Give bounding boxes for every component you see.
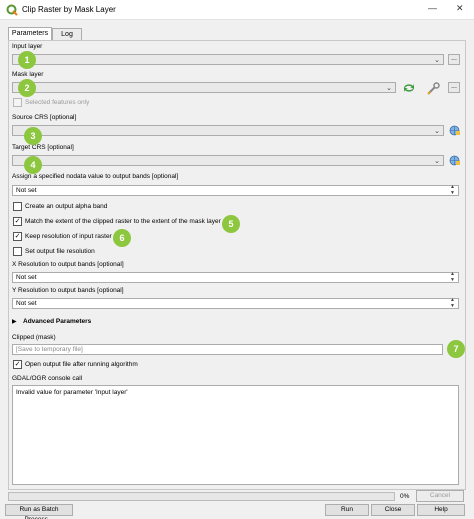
source-crs-combo[interactable]: ⌄ — [12, 125, 444, 136]
close-button[interactable]: Close — [371, 504, 415, 516]
y-resolution-value: Not set — [16, 300, 37, 307]
target-crs-label: Target CRS [optional] — [12, 144, 74, 151]
iterate-icon[interactable] — [402, 82, 416, 94]
alpha-band-label: Create an output alpha band — [25, 203, 108, 210]
parameters-panel: Input layer ⌄ ... Mask layer ⌄ ... Selec… — [8, 40, 466, 490]
title-bar: Clip Raster by Mask Layer — ✕ — [0, 0, 474, 20]
progress-percent: 0% — [400, 493, 410, 500]
help-button[interactable]: Help — [417, 504, 465, 516]
clipped-output-field[interactable]: [Save to temporary file] — [12, 344, 443, 355]
crs-selector-icon[interactable] — [448, 155, 461, 166]
console-call-label: GDAL/OGR console call — [12, 375, 83, 382]
clipped-output-placeholder: [Save to temporary file] — [16, 346, 83, 353]
x-resolution-input[interactable]: Not set ▲ ▼ — [12, 271, 459, 283]
badge-1: 1 — [18, 51, 36, 69]
target-crs-combo[interactable]: ⌄ — [12, 155, 444, 166]
chevron-down-icon: ⌄ — [434, 158, 440, 165]
mask-layer-label: Mask layer — [12, 71, 44, 78]
console-call-textarea[interactable]: Invalid value for parameter 'Input layer… — [12, 385, 459, 485]
spin-down-icon[interactable]: ▼ — [450, 277, 455, 283]
match-extent-checkbox[interactable]: ✓ — [13, 217, 22, 226]
crs-selector-icon[interactable] — [448, 125, 461, 136]
keep-resolution-label: Keep resolution of input raster — [25, 233, 112, 240]
window-title: Clip Raster by Mask Layer — [22, 5, 116, 14]
input-layer-browse-button[interactable]: ... — [448, 54, 460, 65]
bottom-bar: 0% Cancel Run as Batch Process... Run Cl… — [0, 490, 474, 519]
selected-features-checkbox[interactable] — [13, 98, 22, 107]
wrench-icon[interactable] — [427, 81, 441, 95]
badge-5: 5 — [222, 215, 240, 233]
open-output-label: Open output file after running algorithm — [25, 361, 138, 368]
progress-bar — [8, 492, 395, 501]
keep-resolution-checkbox[interactable]: ✓ — [13, 232, 22, 241]
chevron-down-icon: ⌄ — [386, 85, 392, 92]
x-resolution-label: X Resolution to output bands [optional] — [12, 261, 124, 268]
badge-7: 7 — [447, 340, 465, 358]
clipped-output-label: Clipped (mask) — [12, 334, 56, 341]
mask-layer-browse-button[interactable]: ... — [448, 82, 460, 93]
alpha-band-checkbox[interactable] — [13, 202, 22, 211]
nodata-input[interactable]: Not set ▲ ▼ — [12, 184, 459, 196]
badge-3: 3 — [24, 127, 42, 145]
run-button[interactable]: Run — [325, 504, 369, 516]
nodata-label: Assign a specified nodata value to outpu… — [12, 173, 179, 180]
batch-process-button[interactable]: Run as Batch Process... — [5, 504, 73, 519]
badge-2: 2 — [18, 79, 36, 97]
x-resolution-value: Not set — [16, 274, 37, 281]
set-resolution-label: Set output file resolution — [25, 248, 95, 255]
cancel-button[interactable]: Cancel — [416, 490, 464, 502]
tab-log[interactable]: Log — [52, 28, 82, 40]
match-extent-label: Match the extent of the clipped raster t… — [25, 218, 221, 225]
advanced-parameters-toggle[interactable]: Advanced Parameters — [23, 318, 91, 325]
mask-layer-combo[interactable]: ⌄ — [12, 82, 396, 93]
badge-6: 6 — [113, 229, 131, 247]
minimize-icon[interactable]: — — [428, 3, 437, 13]
input-layer-combo[interactable]: ⌄ — [12, 54, 444, 65]
chevron-down-icon: ⌄ — [434, 128, 440, 135]
badge-4: 4 — [24, 156, 42, 174]
tab-parameters[interactable]: Parameters — [8, 27, 52, 40]
chevron-down-icon: ⌄ — [434, 57, 440, 64]
open-output-checkbox[interactable]: ✓ — [13, 360, 22, 369]
expand-arrow-icon[interactable]: ▶ — [12, 318, 17, 325]
spin-down-icon[interactable]: ▼ — [450, 303, 455, 309]
selected-features-label: Selected features only — [25, 99, 90, 106]
y-resolution-input[interactable]: Not set ▲ ▼ — [12, 297, 459, 309]
nodata-value: Not set — [16, 187, 37, 194]
input-layer-label: Input layer — [12, 43, 43, 50]
close-window-icon[interactable]: ✕ — [456, 3, 464, 14]
y-resolution-label: Y Resolution to output bands [optional] — [12, 287, 124, 294]
source-crs-label: Source CRS [optional] — [12, 114, 77, 121]
qgis-logo-icon — [6, 4, 18, 16]
set-resolution-checkbox[interactable] — [13, 247, 22, 256]
spin-down-icon[interactable]: ▼ — [450, 190, 455, 196]
console-call-text: Invalid value for parameter 'Input layer… — [16, 389, 128, 396]
